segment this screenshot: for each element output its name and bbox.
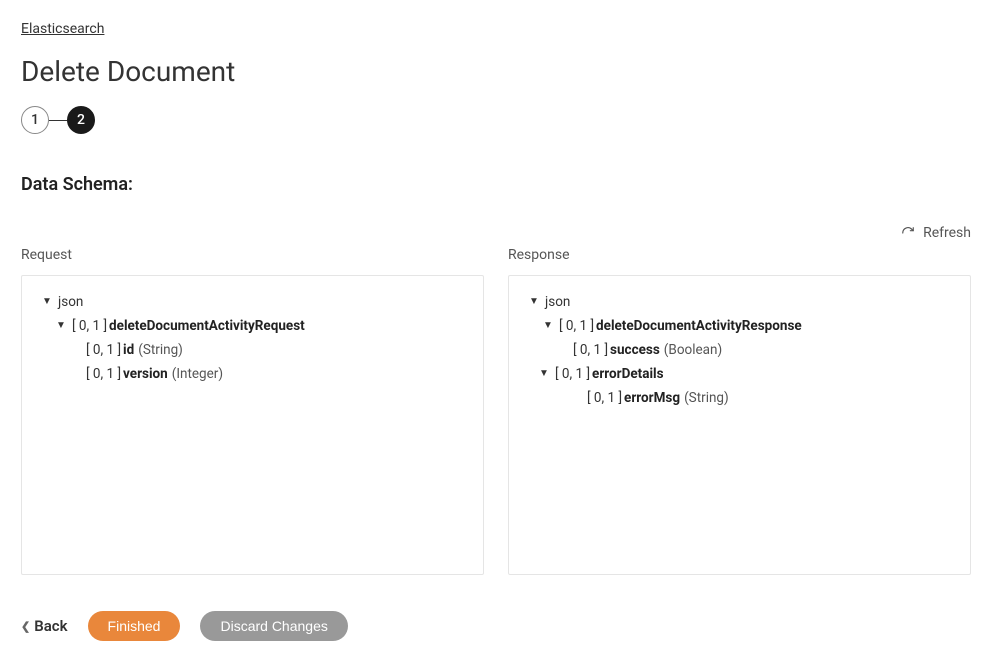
tree-node[interactable]: [ 0, 1 ] version (Integer) bbox=[34, 362, 471, 386]
node-prefix: [ 0, 1 ] bbox=[86, 365, 121, 383]
request-column: Request ▼ json ▼ [ 0, 1 ] deleteDocument… bbox=[21, 247, 484, 575]
node-label: json bbox=[545, 293, 570, 311]
request-schema-box: ▼ json ▼ [ 0, 1 ] deleteDocumentActivity… bbox=[21, 275, 484, 575]
node-type: (String) bbox=[138, 341, 183, 359]
response-schema-box: ▼ json ▼ [ 0, 1 ] deleteDocumentActivity… bbox=[508, 275, 971, 575]
node-name: deleteDocumentActivityResponse bbox=[596, 317, 802, 335]
node-type: (Integer) bbox=[172, 365, 223, 383]
breadcrumb-link[interactable]: Elasticsearch bbox=[21, 21, 104, 37]
node-name: deleteDocumentActivityRequest bbox=[109, 317, 305, 335]
node-prefix: [ 0, 1 ] bbox=[86, 341, 121, 359]
node-name: version bbox=[123, 365, 168, 383]
finished-button[interactable]: Finished bbox=[88, 611, 181, 641]
chevron-left-icon: ❮ bbox=[21, 620, 30, 633]
response-column-label: Response bbox=[508, 247, 971, 263]
node-prefix: [ 0, 1 ] bbox=[559, 317, 594, 335]
tree-node[interactable]: [ 0, 1 ] errorMsg (String) bbox=[521, 386, 958, 410]
chevron-down-icon[interactable]: ▼ bbox=[541, 317, 555, 335]
tree-node[interactable]: [ 0, 1 ] success (Boolean) bbox=[521, 338, 958, 362]
refresh-icon bbox=[901, 226, 915, 240]
page-title: Delete Document bbox=[21, 55, 971, 88]
tree-node[interactable]: ▼ [ 0, 1 ] deleteDocumentActivityRequest bbox=[34, 314, 471, 338]
node-type: (Boolean) bbox=[664, 341, 722, 359]
back-label: Back bbox=[34, 617, 67, 635]
refresh-button[interactable]: Refresh bbox=[21, 225, 971, 241]
step-1[interactable]: 1 bbox=[21, 106, 49, 134]
node-prefix: [ 0, 1 ] bbox=[587, 389, 622, 407]
tree-node[interactable]: ▼ [ 0, 1 ] deleteDocumentActivityRespons… bbox=[521, 314, 958, 338]
response-column: Response ▼ json ▼ [ 0, 1 ] deleteDocumen… bbox=[508, 247, 971, 575]
step-2[interactable]: 2 bbox=[67, 106, 95, 134]
request-column-label: Request bbox=[21, 247, 484, 263]
footer-bar: ❮ Back Finished Discard Changes bbox=[21, 611, 971, 641]
step-connector bbox=[49, 120, 67, 121]
tree-node-root[interactable]: ▼ json bbox=[34, 290, 471, 314]
refresh-label: Refresh bbox=[923, 225, 971, 241]
node-name: id bbox=[123, 341, 134, 359]
node-prefix: [ 0, 1 ] bbox=[555, 365, 590, 383]
chevron-down-icon[interactable]: ▼ bbox=[54, 317, 68, 335]
stepper: 1 2 bbox=[21, 106, 971, 134]
chevron-down-icon[interactable]: ▼ bbox=[537, 365, 551, 383]
back-button[interactable]: ❮ Back bbox=[21, 617, 68, 635]
node-prefix: [ 0, 1 ] bbox=[573, 341, 608, 359]
tree-node[interactable]: [ 0, 1 ] id (String) bbox=[34, 338, 471, 362]
node-label: json bbox=[58, 293, 83, 311]
chevron-down-icon[interactable]: ▼ bbox=[527, 293, 541, 311]
tree-node[interactable]: ▼ [ 0, 1 ] errorDetails bbox=[521, 362, 958, 386]
node-name: errorMsg bbox=[624, 389, 680, 407]
tree-node-root[interactable]: ▼ json bbox=[521, 290, 958, 314]
discard-changes-button[interactable]: Discard Changes bbox=[200, 611, 347, 641]
chevron-down-icon[interactable]: ▼ bbox=[40, 293, 54, 311]
node-type: (String) bbox=[684, 389, 729, 407]
node-prefix: [ 0, 1 ] bbox=[72, 317, 107, 335]
node-name: success bbox=[610, 341, 660, 359]
section-title: Data Schema: bbox=[21, 174, 971, 195]
node-name: errorDetails bbox=[592, 365, 663, 383]
